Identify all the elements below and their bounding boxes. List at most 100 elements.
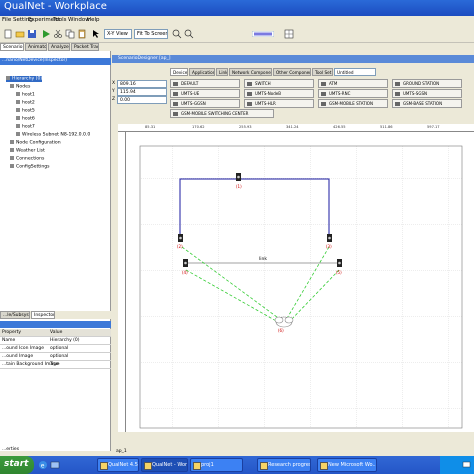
table-row[interactable]: ...ound Image optional bbox=[0, 353, 111, 361]
cut-icon[interactable] bbox=[53, 29, 63, 39]
paste-icon[interactable] bbox=[77, 29, 87, 39]
menu-file[interactable]: File bbox=[2, 17, 11, 23]
tree-item-host5[interactable]: host5 bbox=[16, 108, 35, 114]
tab-inspector[interactable]: Inspector bbox=[31, 311, 55, 319]
taskbar-button-proj1[interactable]: proj1 bbox=[190, 458, 243, 472]
tab-other-components[interactable]: Other Components bbox=[273, 68, 311, 76]
canvas-status: ap_1 bbox=[112, 448, 474, 456]
toolset-select[interactable]: Untitled bbox=[334, 68, 376, 76]
tree-label: host7 bbox=[22, 124, 35, 130]
copy-icon[interactable] bbox=[65, 29, 75, 39]
start-button[interactable]: start bbox=[0, 456, 34, 474]
ruler-label: 85.31 bbox=[145, 125, 156, 129]
node-label: (4) bbox=[182, 270, 188, 275]
menu-bar: File Setting Experiment Tools Window Hel… bbox=[0, 16, 474, 25]
device-button-umts-nodeb[interactable]: UMTS-NodeB bbox=[244, 89, 314, 98]
table-row[interactable]: ...tain Background Image True bbox=[0, 361, 111, 369]
table-row[interactable]: ...ound Icon Image optional bbox=[0, 345, 111, 353]
zoom-select[interactable]: Fit To Screen bbox=[134, 29, 168, 39]
props-header-bar bbox=[0, 321, 111, 328]
device-button-gsm-base-station[interactable]: GSM-BASE STATION bbox=[392, 99, 462, 108]
run-icon[interactable] bbox=[41, 29, 51, 39]
device-button-ground-station[interactable]: GROUND STATION bbox=[392, 79, 462, 88]
device-button-umts-sgsn[interactable]: UMTS-SGSN bbox=[392, 89, 462, 98]
select-arrow-icon[interactable] bbox=[91, 29, 101, 39]
weather-icon bbox=[10, 148, 14, 152]
device-button-gsm-mobile-station[interactable]: GSM-MOBILE STATION bbox=[318, 99, 388, 108]
menu-tools[interactable]: Tools bbox=[53, 17, 67, 23]
scenario-drawing[interactable]: link (1) (2) (3) (4) (5) (6) bbox=[126, 132, 474, 432]
save-icon[interactable] bbox=[27, 29, 37, 39]
table-header: Property Value bbox=[0, 329, 111, 337]
config-icon bbox=[10, 140, 14, 144]
tree-item-host6[interactable]: host6 bbox=[16, 116, 35, 122]
tree-item-host1[interactable]: host1 bbox=[16, 92, 35, 98]
toolbar: X-Y View Fit To Screen bbox=[0, 25, 474, 43]
tab-scenario-designer[interactable]: Scenario Designer bbox=[0, 43, 24, 51]
taskbar-button-new-microsoft-word[interactable]: New Microsoft Wo... bbox=[317, 458, 377, 472]
property-value[interactable]: True bbox=[50, 362, 60, 367]
node-icon bbox=[16, 116, 20, 120]
tree-item-wireless-subnet[interactable]: Wireless Subnet N8-192.0.0.0 bbox=[16, 132, 90, 138]
tree-label: Nodes bbox=[16, 84, 31, 90]
new-file-icon[interactable] bbox=[3, 29, 13, 39]
tree-label: host5 bbox=[22, 108, 35, 114]
tree-item-config-settings[interactable]: ConfigSettings bbox=[10, 164, 50, 170]
device-button-default[interactable]: DEFAULT bbox=[170, 79, 240, 88]
zoom-in-icon[interactable] bbox=[172, 29, 182, 39]
tab-packet-tracer[interactable]: Packet Tracer bbox=[71, 43, 99, 51]
menu-help[interactable]: Help bbox=[87, 17, 100, 23]
device-button-umts-ggsn[interactable]: UMTS-GGSN bbox=[170, 99, 240, 108]
network-tray-icon[interactable] bbox=[462, 460, 471, 469]
property-value[interactable]: optional bbox=[50, 346, 68, 351]
y-coordinate-field[interactable]: 115.94 bbox=[117, 88, 167, 96]
device-button-umts-hlr[interactable]: UMTS-HLR bbox=[244, 99, 314, 108]
scenario-canvas[interactable]: link (1) (2) (3) (4) (5) (6) bbox=[126, 132, 474, 432]
tab-links[interactable]: Links bbox=[216, 68, 228, 76]
taskbar-button-qualnet-devel[interactable]: QualNet 4.5 Devel... bbox=[97, 458, 139, 472]
tab-tool-set[interactable]: Tool Set bbox=[312, 68, 333, 76]
tab-animator[interactable]: Animator bbox=[25, 43, 47, 51]
taskbar-button-research-progress[interactable]: Research progres... bbox=[257, 458, 311, 472]
tree-item-node-configuration[interactable]: Node Configuration bbox=[10, 140, 61, 146]
tree-item-connections[interactable]: Connections bbox=[10, 156, 44, 162]
grid-icon[interactable] bbox=[284, 29, 294, 39]
device-button-atm[interactable]: ATM bbox=[318, 79, 388, 88]
tab-applications[interactable]: Applications bbox=[189, 68, 215, 76]
view-select[interactable]: X-Y View bbox=[104, 29, 132, 39]
tree-item-host2[interactable]: host2 bbox=[16, 100, 35, 106]
tab-network-components[interactable]: Network Components bbox=[229, 68, 272, 76]
tree-item-hierarchy[interactable]: Hierarchy (0) bbox=[6, 76, 43, 82]
tree-item-nodes[interactable]: Nodes bbox=[10, 84, 30, 90]
ruler-label: 597.17 bbox=[427, 125, 440, 129]
node-label: (1) bbox=[236, 184, 242, 189]
tree-label: Weather List bbox=[16, 148, 45, 154]
tab-analyzer[interactable]: Analyzer bbox=[48, 43, 70, 51]
tree-item-weather-list[interactable]: Weather List bbox=[10, 148, 45, 154]
table-row[interactable]: Name Hierarchy (0) bbox=[0, 337, 111, 345]
device-button-umts-ue[interactable]: UMTS-UE bbox=[170, 89, 240, 98]
tree-item-host7[interactable]: host7 bbox=[16, 124, 35, 130]
x-coordinate-field[interactable]: 809.16 bbox=[117, 80, 167, 88]
quicklaunch-ie-icon[interactable]: e bbox=[38, 460, 48, 470]
perspective-tabs: Scenario Designer Animator Analyzer Pack… bbox=[0, 43, 110, 51]
tree-label: ConfigSettings bbox=[16, 164, 50, 170]
zoom-out-icon[interactable] bbox=[184, 29, 194, 39]
link-icon bbox=[10, 156, 14, 160]
tree-label: Connections bbox=[16, 156, 45, 162]
window-title: QualNet - Workplace bbox=[4, 1, 107, 12]
vertical-ruler bbox=[118, 132, 126, 432]
z-coordinate-field[interactable]: 0.00 bbox=[117, 96, 167, 104]
property-value[interactable]: optional bbox=[50, 354, 68, 359]
device-button-gsm-msc[interactable]: GSM-MOBILE SWITCHING CENTER bbox=[170, 109, 274, 118]
device-button-umts-rnc[interactable]: UMTS-RNC bbox=[318, 89, 388, 98]
property-value[interactable]: Hierarchy (0) bbox=[50, 338, 80, 343]
tab-devices[interactable]: Devices bbox=[170, 68, 188, 76]
open-folder-icon[interactable] bbox=[15, 29, 25, 39]
tab-subsystems[interactable]: ...le/Subsystems bbox=[0, 311, 30, 319]
taskbar-button-qualnet-workplace[interactable]: QualNet - Workpl... bbox=[141, 458, 188, 472]
progress-indicator bbox=[252, 31, 274, 37]
quicklaunch-desktop-icon[interactable] bbox=[50, 460, 60, 470]
scenario-explorer: ...nario/NetDevice(Inspector) Hierarchy … bbox=[0, 51, 111, 451]
device-button-switch[interactable]: SWITCH bbox=[244, 79, 314, 88]
